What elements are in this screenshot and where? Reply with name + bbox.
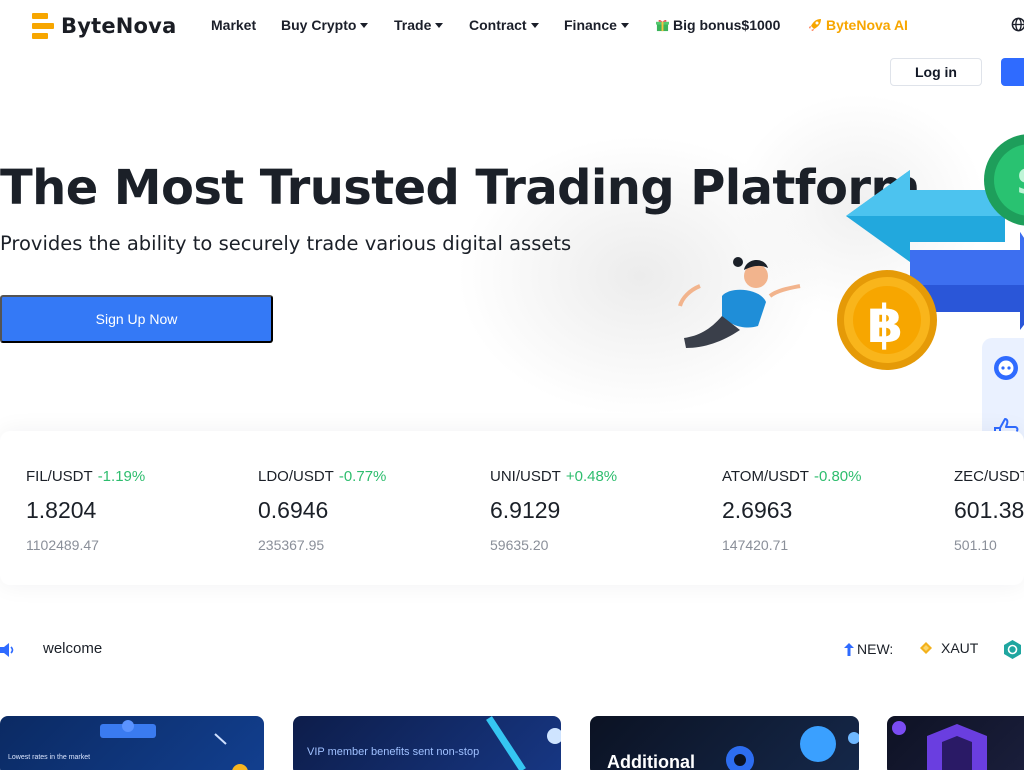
svg-text:$: $ [1016,158,1024,204]
ticker-change: +0.48% [565,468,618,485]
coin-icon[interactable] [1003,640,1022,659]
ticker-price: 6.9129 [490,497,561,523]
bytenova-logo-icon [32,11,54,41]
brand-logo[interactable]: ByteNova [32,11,176,41]
ticker-change: -0.77% [338,468,387,485]
banner-art [726,726,859,770]
chevron-down-icon [530,22,539,28]
banner-art [892,721,987,770]
chevron-down-icon [435,22,444,28]
sign-up-now-button[interactable]: Sign Up Now [0,295,273,343]
nav-ai[interactable]: ByteNova AI [808,17,908,33]
gold-coin-icon [920,642,932,654]
ticker-change: -1.19% [97,468,146,485]
register-button[interactable] [1001,58,1024,86]
notice-message[interactable]: welcome [43,640,102,657]
promo-banner[interactable] [887,716,1024,770]
nav-buy-crypto[interactable]: Buy Crypto [281,17,394,33]
ticker-pair: UNI/USDT +0.48% [490,468,617,485]
svg-text:฿: ฿ [867,295,903,355]
hero-illustration: $ ฿ [678,134,1024,370]
chevron-down-icon [620,22,629,28]
ticker-price: 1.8204 [26,497,97,523]
ticker-pair: LDO/USDT -0.77% [258,468,386,485]
chat-icon[interactable] [992,354,1020,382]
banner-art [486,716,561,770]
ticker-pair-name: UNI/USDT [490,468,561,485]
ticker-volume: 1102489.47 [26,537,99,553]
new-listing-label: NEW: [844,641,893,657]
hero-subtitle: Provides the ability to securely trade v… [0,232,572,255]
nav-buy-crypto-label: Buy Crypto [281,17,357,33]
ticker-volume: 59635.20 [490,537,549,553]
gift-icon [656,19,669,31]
ticker-price: 0.6946 [258,497,329,523]
ticker-pair-name: ATOM/USDT [722,468,809,485]
main-nav: Market Buy Crypto Trade Contract Finance… [211,17,908,33]
rocket-icon [809,19,821,31]
ticker-price: 601.38 [954,497,1024,523]
nav-bonus[interactable]: Big bonus$1000 [656,17,808,33]
ticker-pair-name: ZEC/USDT [954,468,1024,485]
promo-banner[interactable]: Lowest rates in the market [0,716,264,770]
nav-market-label: Market [211,17,257,33]
ticker-pair: ATOM/USDT -0.80% [722,468,861,485]
nav-finance-label: Finance [564,17,617,33]
brand-name: ByteNova [61,14,177,38]
nav-contract-label: Contract [469,17,527,33]
new-listing-text: NEW: [857,641,894,657]
ticker-volume: 501.10 [954,537,997,553]
market-ticker: FIL/USDT -1.19% 1.8204 1102489.47 LDO/USD… [0,431,1024,585]
ticker-pair-name: LDO/USDT [258,468,334,485]
nav-ai-label: ByteNova AI [826,17,908,33]
banner-art [100,720,248,770]
ticker-volume: 235367.95 [258,537,325,553]
nav-market[interactable]: Market [211,17,281,33]
ticker-pair-name: FIL/USDT [26,468,93,485]
speaker-icon [0,643,14,657]
new-coin-xaut[interactable]: XAUT [920,640,978,656]
promo-banner[interactable]: Additional [590,716,859,770]
nav-finance[interactable]: Finance [564,17,656,33]
ticker-pair: FIL/USDT -1.19% [26,468,145,485]
ticker-price: 2.6963 [722,497,793,523]
new-coin-label: XAUT [941,640,979,656]
ticker-change: -0.80% [813,468,862,485]
ticker-volume: 147420.71 [722,537,789,553]
arrow-up-icon [844,642,854,656]
top-header: ByteNova Market Buy Crypto Trade Contrac… [0,0,1024,54]
nav-trade[interactable]: Trade [394,17,469,33]
ticker-pair: ZEC/USDT [954,468,1024,485]
chevron-down-icon [360,22,369,28]
login-button[interactable]: Log in [890,58,982,86]
promo-banner[interactable]: VIP member benefits sent non-stop [293,716,561,770]
globe-icon[interactable] [1011,17,1024,32]
nav-contract[interactable]: Contract [469,17,564,33]
nav-trade-label: Trade [394,17,432,33]
nav-bonus-label: Big bonus$1000 [673,17,781,33]
